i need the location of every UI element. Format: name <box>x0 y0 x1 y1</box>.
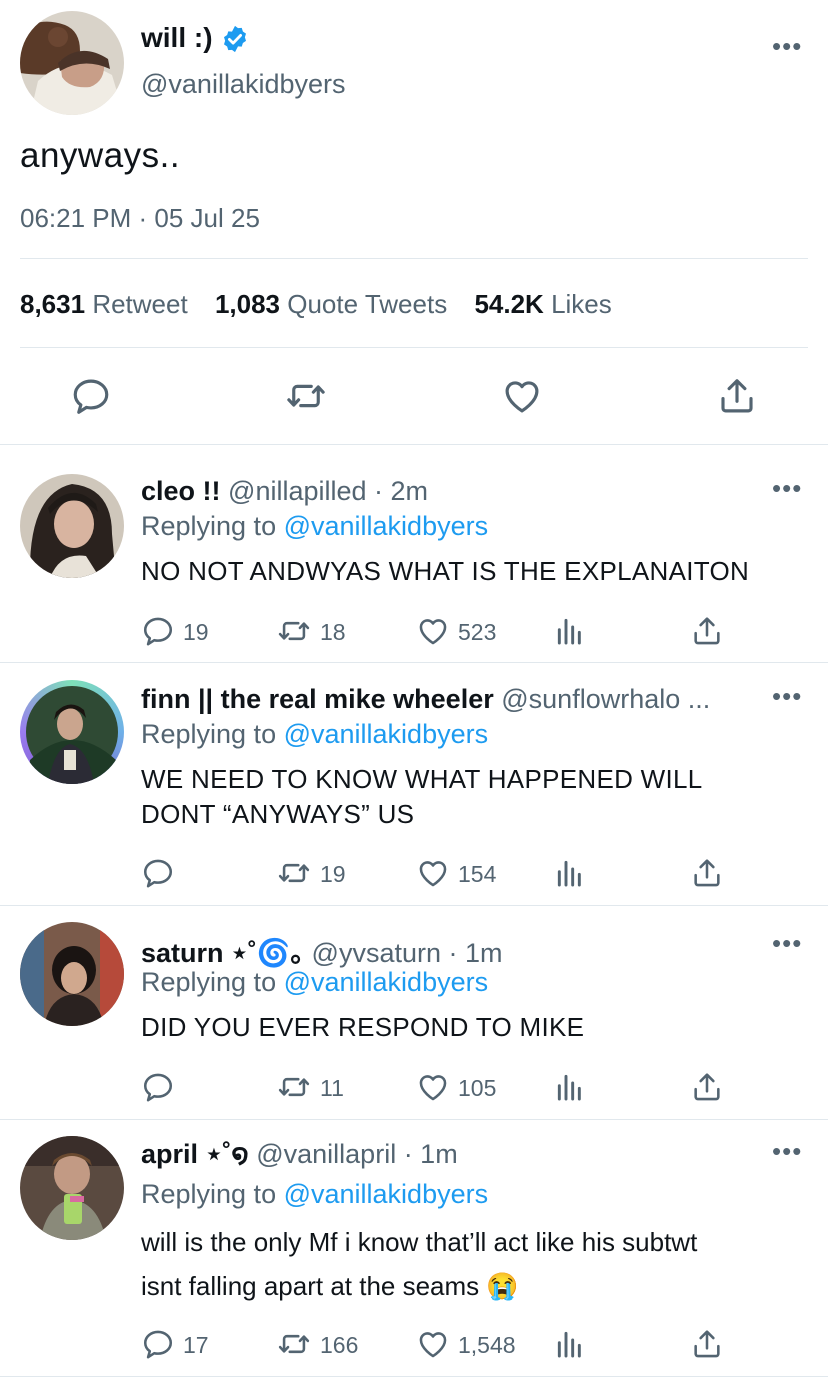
tweet-timestamp[interactable]: 06:21 PM · 05 Jul 25 <box>20 203 260 234</box>
retweet-count: 11 <box>320 1075 344 1101</box>
reply-icon[interactable] <box>141 1327 175 1361</box>
more-options-icon[interactable]: ••• <box>772 1138 802 1164</box>
share-icon[interactable] <box>690 1327 724 1361</box>
retweet-icon[interactable] <box>275 614 313 648</box>
replying-to-handle[interactable]: @vanillakidbyers <box>284 967 489 997</box>
retweet-count: 19 <box>320 861 346 887</box>
likes-stat[interactable]: 54.2K Likes <box>474 289 611 319</box>
reply-count: 19 <box>183 619 209 645</box>
reply-header: cleo !! @nillapilled · 2m <box>141 476 428 507</box>
analytics-icon[interactable] <box>554 1070 586 1104</box>
more-options-icon[interactable]: ••• <box>772 475 802 501</box>
reply-text: WE NEED TO KNOW WHAT HAPPENED WILL DONT … <box>141 764 703 829</box>
reply-author-name[interactable]: cleo !! <box>141 476 221 506</box>
reply-text: DID YOU EVER RESPOND TO MIKE <box>141 1012 585 1042</box>
reply-text: NO NOT ANDWYAS WHAT IS THE EXPLANAITON <box>141 556 750 586</box>
reply-text: will is the only Mf i know that’ll act l… <box>141 1227 698 1301</box>
divider <box>20 347 808 348</box>
analytics-icon[interactable] <box>554 614 586 648</box>
replying-to: Replying to @vanillakidbyers <box>141 719 489 749</box>
like-icon[interactable] <box>500 375 544 417</box>
reply-header: finn || the real mike wheeler @sunflowrh… <box>141 684 710 715</box>
share-icon[interactable] <box>690 1070 724 1104</box>
share-icon[interactable] <box>690 614 724 648</box>
like-icon[interactable] <box>415 614 451 648</box>
reply-author-name[interactable]: finn || the real mike wheeler <box>141 684 494 714</box>
divider <box>0 1376 828 1377</box>
like-count: 1,548 <box>458 1332 516 1358</box>
retweet-count: 166 <box>320 1332 359 1358</box>
replying-to: Replying to @vanillakidbyers <box>141 967 489 997</box>
like-count: 523 <box>458 619 497 645</box>
retweet-icon[interactable] <box>283 375 329 417</box>
reply-author-name[interactable]: april ⋆˚໑ <box>141 1139 249 1169</box>
reply-author-meta[interactable]: @nillapilled · 2m <box>228 476 428 506</box>
retweet-icon[interactable] <box>275 856 313 890</box>
tweet-text: anyways.. <box>20 136 181 175</box>
reply-count: 17 <box>183 1332 209 1358</box>
replying-to-handle[interactable]: @vanillakidbyers <box>284 511 489 541</box>
reply-avatar[interactable] <box>20 922 124 1026</box>
reply-icon[interactable] <box>70 375 112 417</box>
reply-avatar[interactable] <box>20 1136 124 1240</box>
like-icon[interactable] <box>415 1070 451 1104</box>
share-icon[interactable] <box>716 375 758 417</box>
retweet-count: 18 <box>320 619 346 645</box>
replying-to-handle[interactable]: @vanillakidbyers <box>284 719 489 749</box>
divider <box>20 258 808 259</box>
reply-author-meta[interactable]: @yvsaturn · 1m <box>312 938 503 968</box>
replying-to: Replying to @vanillakidbyers <box>141 1179 489 1209</box>
reply-header: saturn ⋆˚🌀｡ @yvsaturn · 1m <box>141 931 503 970</box>
reply-icon[interactable] <box>141 1070 175 1104</box>
verified-badge-icon <box>224 25 246 53</box>
more-options-icon[interactable]: ••• <box>772 33 802 59</box>
more-options-icon[interactable]: ••• <box>772 930 802 956</box>
share-icon[interactable] <box>690 856 724 890</box>
like-icon[interactable] <box>415 1327 451 1361</box>
retweet-icon[interactable] <box>275 1070 313 1104</box>
analytics-icon[interactable] <box>554 1327 586 1361</box>
author-avatar[interactable] <box>20 11 124 115</box>
like-count: 105 <box>458 1075 497 1101</box>
reply-icon[interactable] <box>141 856 175 890</box>
quotes-stat[interactable]: 1,083 Quote Tweets <box>215 289 447 319</box>
reply-author-name[interactable]: saturn ⋆˚🌀｡ <box>141 938 304 968</box>
divider <box>0 444 828 445</box>
like-count: 154 <box>458 861 497 887</box>
author-name[interactable]: will :) <box>141 22 213 54</box>
reply-header: april ⋆˚໑ @vanillapril · 1m <box>141 1139 458 1170</box>
retweets-stat[interactable]: 8,631 Retweet <box>20 289 188 319</box>
reply-avatar[interactable] <box>20 680 124 784</box>
divider <box>0 662 828 663</box>
divider <box>0 1119 828 1120</box>
reply-icon[interactable] <box>141 614 175 648</box>
reply-author-meta[interactable]: @sunflowrhalo ... <box>501 684 710 714</box>
author-handle[interactable]: @vanillakidbyers <box>141 69 346 100</box>
divider <box>0 905 828 906</box>
reply-author-meta[interactable]: @vanillapril · 1m <box>256 1139 457 1169</box>
analytics-icon[interactable] <box>554 856 586 890</box>
more-options-icon[interactable]: ••• <box>772 683 802 709</box>
tweet-stats: 8,631 Retweet 1,083 Quote Tweets 54.2K L… <box>20 289 612 320</box>
like-icon[interactable] <box>415 856 451 890</box>
retweet-icon[interactable] <box>275 1327 313 1361</box>
reply-avatar[interactable] <box>20 474 124 578</box>
replying-to-handle[interactable]: @vanillakidbyers <box>284 1179 489 1209</box>
replying-to: Replying to @vanillakidbyers <box>141 511 489 541</box>
